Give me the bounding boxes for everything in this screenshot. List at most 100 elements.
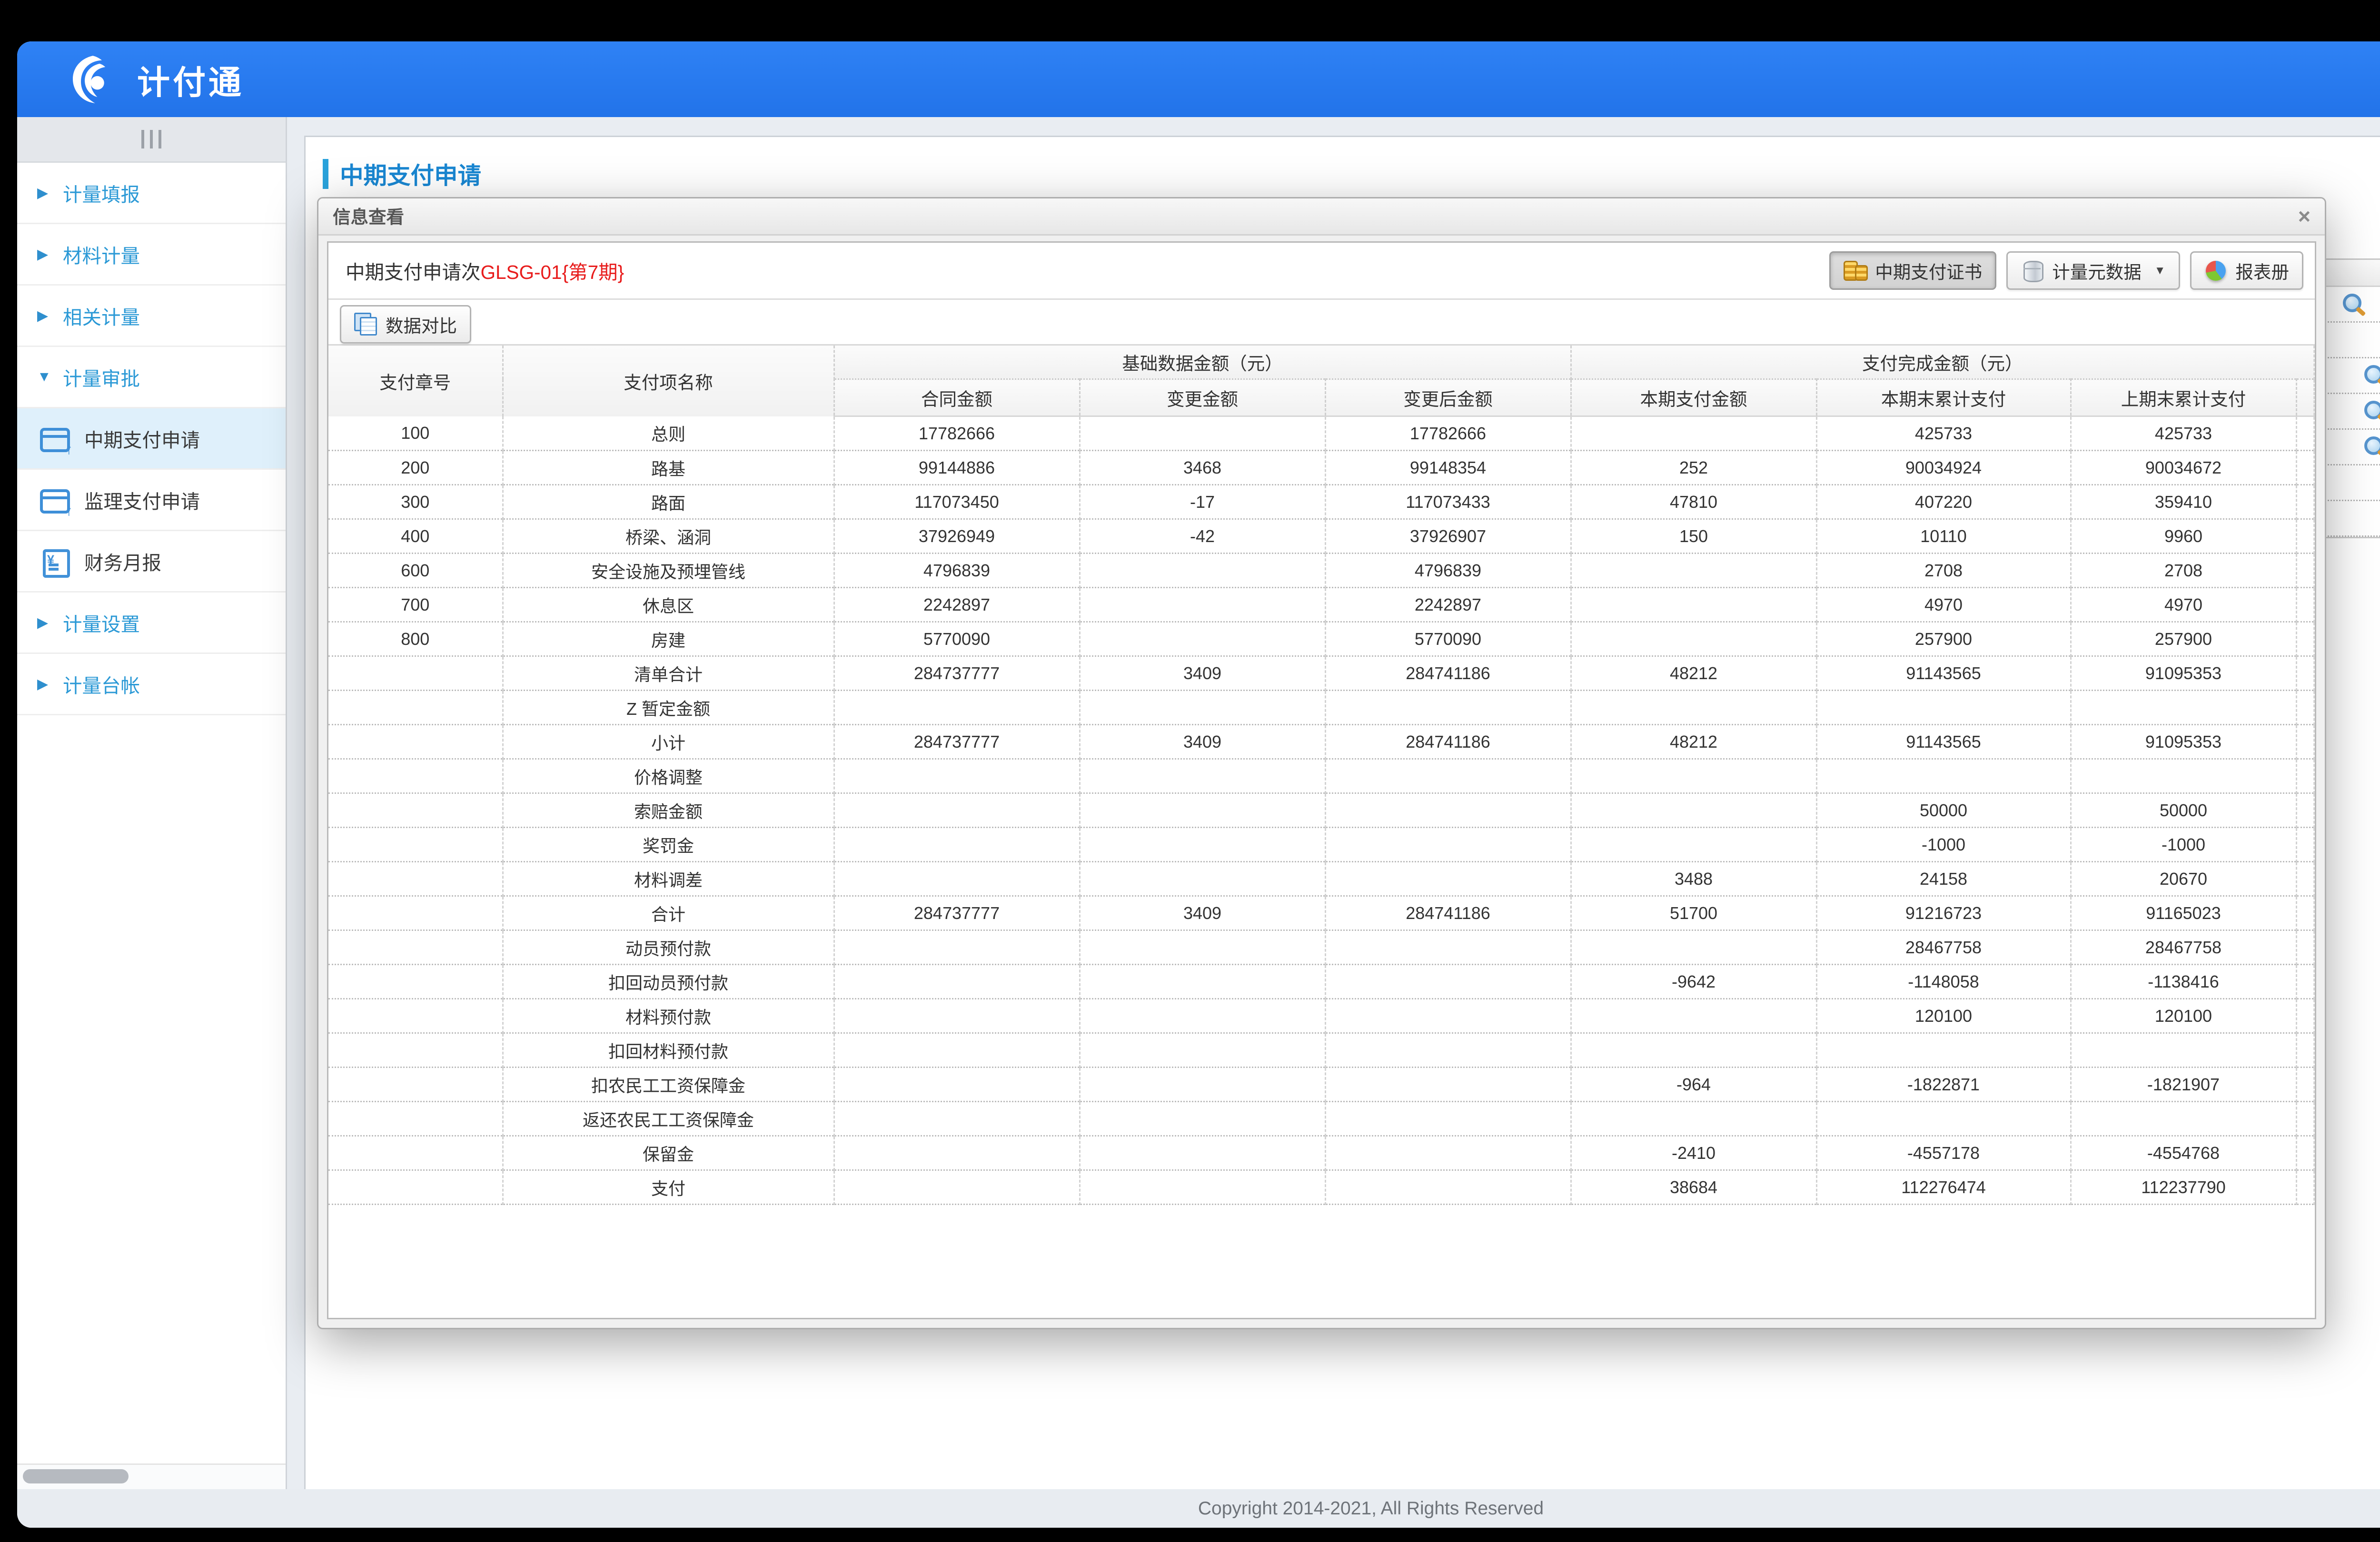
table-cell (1080, 416, 1325, 451)
table-cell-filler (2296, 862, 2314, 896)
table-row: 动员预付款2846775828467758 (328, 930, 2314, 965)
table-cell-filler (2296, 759, 2314, 793)
table-cell (834, 1136, 1080, 1170)
search-icon[interactable] (2363, 435, 2380, 459)
app-title: 计付通 (137, 56, 244, 103)
table-cell (1325, 691, 1571, 725)
table-cell: 99144886 (834, 451, 1080, 485)
interim-payment-certificate-button[interactable]: 中期支付证书 (1829, 251, 1996, 290)
col-group-payment-complete: 支付完成金额（元） (1571, 345, 2314, 379)
table-cell: 9960 (2071, 519, 2296, 554)
search-icon[interactable] (2363, 399, 2380, 424)
chevron-down-icon: ▼ (2154, 264, 2166, 277)
table-row: 价格调整 (328, 759, 2314, 793)
table-cell: 17782666 (834, 416, 1080, 451)
table-cell (1325, 1102, 1571, 1136)
payment-request-subject: 中期支付申请次GLSG-01{第7期} (328, 257, 624, 285)
table-cell: 400 (328, 519, 503, 554)
table-row: 700休息区2242897224289749704970 (328, 588, 2314, 622)
col-header-current-cumulative: 本期末累计支付 (1816, 379, 2071, 416)
table-cell: 91095353 (2071, 725, 2296, 759)
coins-icon (1844, 259, 1866, 282)
table-cell (1325, 1136, 1571, 1170)
search-icon[interactable] (2363, 364, 2380, 388)
table-cell: 索赔金额 (503, 793, 834, 828)
table-cell-filler (2296, 828, 2314, 862)
table-cell: 3468 (1080, 451, 1325, 485)
table-cell-filler (2296, 691, 2314, 725)
table-cell: 桥梁、涵洞 (503, 519, 834, 554)
table-cell: 91165023 (2071, 896, 2296, 930)
sidebar-item[interactable]: ▶计量设置 (17, 593, 286, 654)
footer: Copyright 2014-2021, All Rights Reserved (17, 1489, 2380, 1528)
table-cell: 5770090 (834, 622, 1080, 656)
table-row: 清单合计284737777340928474118648212911435659… (328, 656, 2314, 691)
table-cell: 扣农民工工资保障金 (503, 1068, 834, 1102)
table-cell (834, 1102, 1080, 1136)
sidebar-item[interactable]: ▶材料计量 (17, 224, 286, 286)
compare-tables-icon (354, 313, 377, 336)
sidebar-item[interactable]: ▼计量审批 (17, 347, 286, 408)
table-cell (1325, 759, 1571, 793)
grip-icon (150, 130, 153, 148)
table-cell: 359410 (2071, 485, 2296, 519)
table-cell (1816, 1033, 2071, 1068)
metering-metadata-dropdown[interactable]: 计量元数据 ▼ (2006, 251, 2180, 290)
table-cell: 257900 (2071, 622, 2296, 656)
chevron-right-icon: ▶ (37, 307, 63, 324)
sidebar-item[interactable]: 财务月报 (17, 531, 286, 593)
col-header-contract-amount: 合同金额 (834, 379, 1080, 416)
table-cell: 200 (328, 451, 503, 485)
table-cell: 保留金 (503, 1136, 834, 1170)
table-cell: 清单合计 (503, 656, 834, 691)
table-cell (328, 1136, 503, 1170)
table-cell: 99148354 (1325, 451, 1571, 485)
sidebar-item[interactable]: 中期支付申请 (17, 408, 286, 470)
table-cell (1571, 622, 1816, 656)
modal-title-bar[interactable]: 信息查看 × (318, 198, 2325, 236)
table-cell (1325, 999, 1571, 1033)
table-cell-filler (2296, 1068, 2314, 1102)
table-row: 800房建57700905770090257900257900 (328, 622, 2314, 656)
table-cell: 90034924 (1816, 451, 2071, 485)
table-cell: 17782666 (1325, 416, 1571, 451)
sidebar-item[interactable]: ▶计量台帐 (17, 654, 286, 715)
col-group-base-data: 基础数据金额（元） (834, 345, 1571, 379)
table-cell (1816, 1102, 2071, 1136)
table-cell (1080, 793, 1325, 828)
table-cell: 800 (328, 622, 503, 656)
sidebar-item[interactable]: ▶计量填报 (17, 163, 286, 224)
scrollbar-thumb[interactable] (23, 1469, 129, 1483)
pie-chart-icon (2204, 259, 2227, 282)
report-book-button[interactable]: 报表册 (2190, 251, 2304, 290)
table-cell: 4796839 (834, 554, 1080, 588)
table-cell: 材料调差 (503, 862, 834, 896)
table-cell (1080, 930, 1325, 965)
table-cell (1571, 759, 1816, 793)
table-cell: 284741186 (1325, 656, 1571, 691)
data-compare-button[interactable]: 数据对比 (340, 305, 471, 344)
sidebar-collapse-handle[interactable] (17, 117, 286, 163)
table-cell: 50000 (1816, 793, 2071, 828)
table-cell-filler (2296, 1102, 2314, 1136)
table-cell (1080, 862, 1325, 896)
table-cell (834, 1068, 1080, 1102)
sidebar-item-label: 监理支付申请 (84, 486, 200, 514)
sidebar-item[interactable]: ▶相关计量 (17, 286, 286, 347)
sidebar-item[interactable]: 监理支付申请 (17, 470, 286, 531)
close-icon[interactable]: × (2298, 204, 2311, 228)
table-cell (1325, 930, 1571, 965)
sidebar: ▶计量填报▶材料计量▶相关计量▼计量审批中期支付申请监理支付申请财务月报▶计量设… (17, 117, 287, 1489)
table-cell: 425733 (2071, 416, 2296, 451)
table-cell (328, 862, 503, 896)
table-cell (1080, 965, 1325, 999)
info-view-modal: 信息查看 × 中期支付申请次GLSG-01{第7期} 中期支付证书 (317, 197, 2326, 1329)
table-cell: 4970 (2071, 588, 2296, 622)
table-cell (328, 930, 503, 965)
sidebar-horizontal-scrollbar[interactable] (17, 1463, 286, 1489)
table-row: 100总则1778266617782666425733425733 (328, 416, 2314, 451)
logo-swirl-icon (66, 52, 120, 107)
table-cell (2071, 691, 2296, 725)
table-cell (328, 759, 503, 793)
search-icon[interactable] (2341, 292, 2366, 316)
